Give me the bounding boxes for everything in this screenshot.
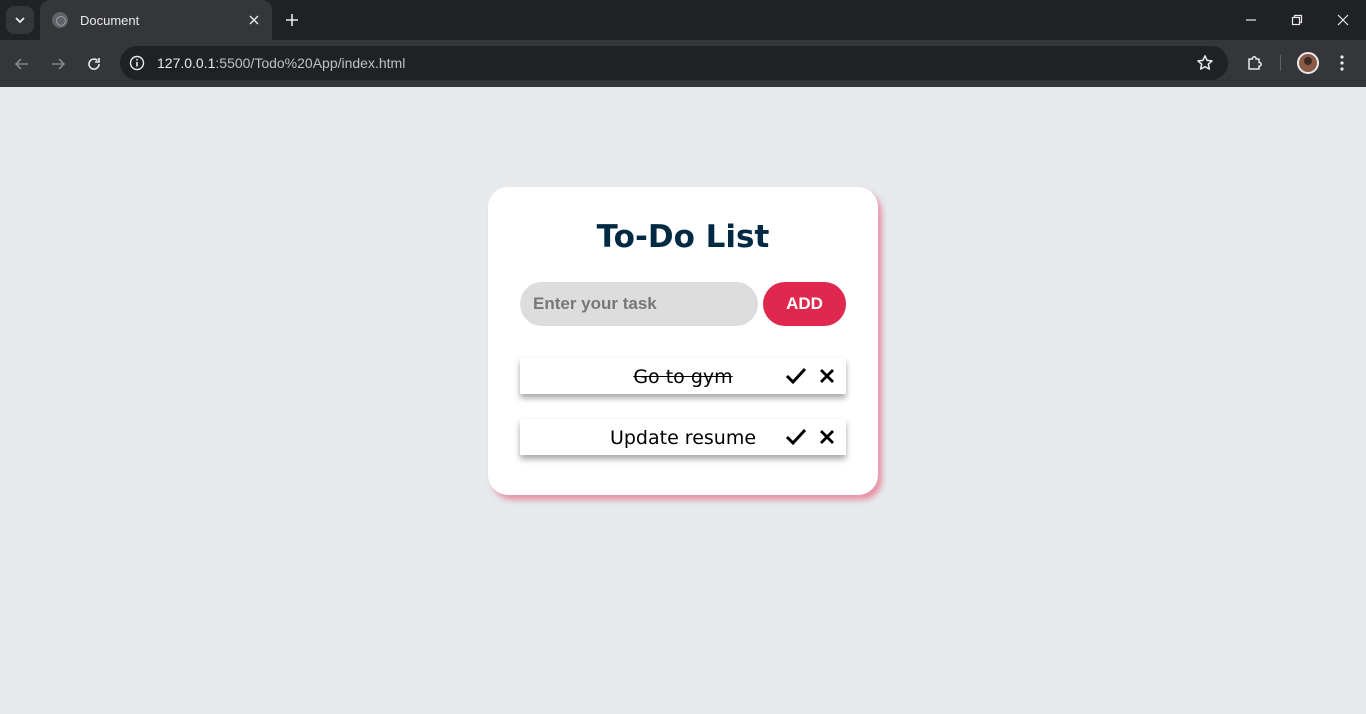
new-tab-button[interactable] xyxy=(280,8,304,32)
tab-title: Document xyxy=(80,12,140,28)
url-host: 127.0.0.1 xyxy=(157,55,216,71)
browser-tab[interactable]: Document xyxy=(40,0,272,40)
checkmark-icon xyxy=(785,428,807,446)
close-icon xyxy=(1337,14,1349,26)
restore-button[interactable] xyxy=(1274,0,1320,40)
close-window-button[interactable] xyxy=(1320,0,1366,40)
complete-task-button[interactable] xyxy=(784,425,808,449)
site-info-button[interactable] xyxy=(124,50,150,76)
window-controls xyxy=(1228,0,1366,40)
bookmark-button[interactable] xyxy=(1190,48,1220,78)
delete-task-button[interactable] xyxy=(815,364,839,388)
chevron-down-icon xyxy=(15,17,25,24)
complete-task-button[interactable] xyxy=(784,364,808,388)
back-button[interactable] xyxy=(8,50,36,78)
close-icon xyxy=(249,15,259,25)
browser-tab-strip: Document xyxy=(0,0,1366,40)
star-icon xyxy=(1197,55,1213,70)
profile-button[interactable] xyxy=(1293,48,1323,78)
tab-close-button[interactable] xyxy=(246,12,262,28)
puzzle-icon xyxy=(1248,56,1262,70)
checkmark-icon xyxy=(785,367,807,385)
globe-icon xyxy=(52,12,68,28)
task-input[interactable] xyxy=(520,282,758,326)
forward-button[interactable] xyxy=(44,50,72,78)
arrow-right-icon xyxy=(52,58,66,70)
more-vert-icon xyxy=(1340,55,1344,71)
address-bar[interactable]: 127.0.0.1:5500/Todo%20App/index.html xyxy=(120,46,1228,80)
list-item: Update resume xyxy=(520,419,846,455)
url-path: :5500/Todo%20App/index.html xyxy=(215,55,406,71)
plus-icon xyxy=(286,14,298,26)
tab-search-button[interactable] xyxy=(6,6,34,34)
minimize-button[interactable] xyxy=(1228,0,1274,40)
reload-button[interactable] xyxy=(80,50,108,78)
info-icon xyxy=(129,55,145,71)
restore-icon xyxy=(1291,14,1303,26)
close-icon xyxy=(820,369,834,383)
menu-button[interactable] xyxy=(1330,48,1354,78)
add-button[interactable]: ADD xyxy=(763,282,846,326)
reload-icon xyxy=(88,58,100,70)
url-text: 127.0.0.1:5500/Todo%20App/index.html xyxy=(157,55,1190,71)
delete-task-button[interactable] xyxy=(815,425,839,449)
minimize-icon xyxy=(1246,19,1256,21)
browser-toolbar: 127.0.0.1:5500/Todo%20App/index.html xyxy=(0,40,1366,87)
page-title: To-Do List xyxy=(596,219,770,255)
list-item: Go to gym xyxy=(520,358,846,394)
avatar xyxy=(1297,52,1319,74)
close-icon xyxy=(820,430,834,444)
toolbar-divider xyxy=(1280,55,1281,71)
todo-card: To-Do List ADD Go to gym Update resume xyxy=(488,187,878,495)
arrow-left-icon xyxy=(14,58,28,70)
page-viewport: To-Do List ADD Go to gym Update resume xyxy=(0,87,1366,714)
extensions-button[interactable] xyxy=(1240,48,1270,78)
